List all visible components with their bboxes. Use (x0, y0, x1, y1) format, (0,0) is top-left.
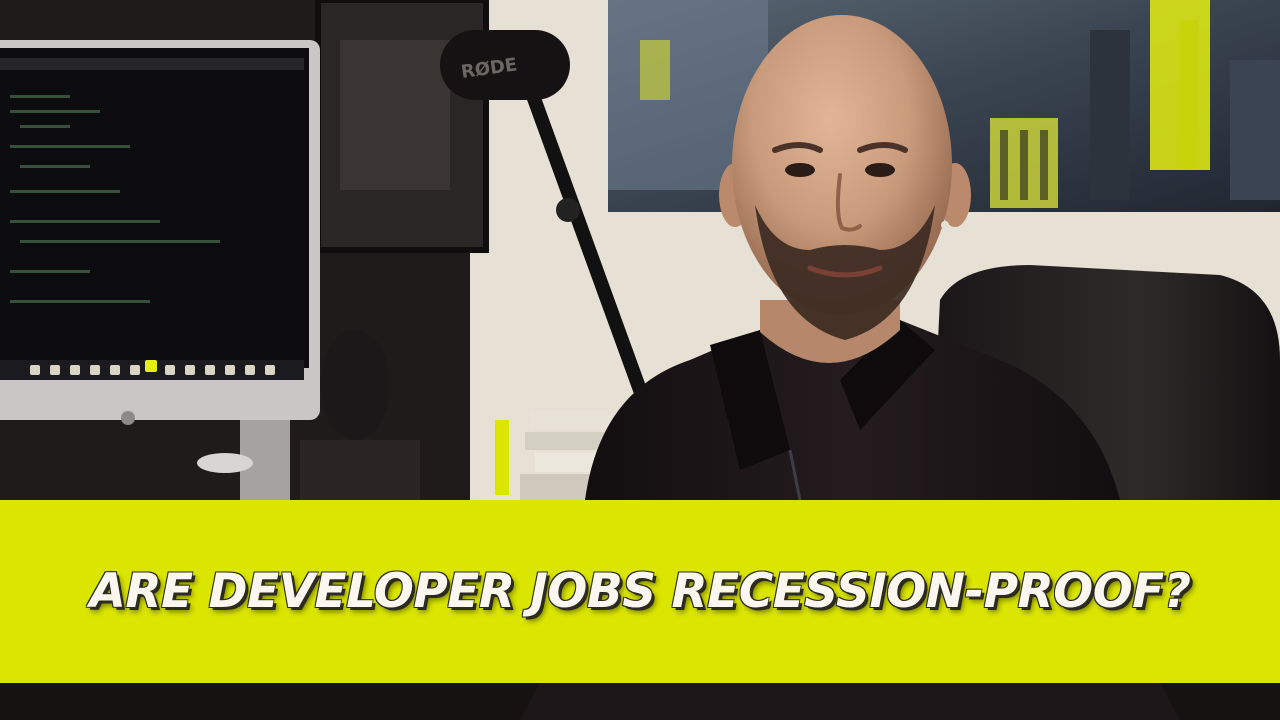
picture-frame-art (340, 40, 450, 190)
headline-banner: ARE DEVELOPER JOBS RECESSION-PROOF? (0, 500, 1280, 683)
rode-microphone: RØDE (440, 30, 570, 100)
thumbnail-scene: RØDE ARE DEVELOPER JOBS RECESSION-PROOF? (0, 0, 1280, 720)
speaker (320, 330, 390, 440)
yellow-light (495, 420, 509, 495)
mouse (197, 453, 253, 473)
apple-logo (121, 411, 135, 425)
headline-text: ARE DEVELOPER JOBS RECESSION-PROOF? (89, 564, 1191, 619)
desk-device (300, 440, 420, 500)
